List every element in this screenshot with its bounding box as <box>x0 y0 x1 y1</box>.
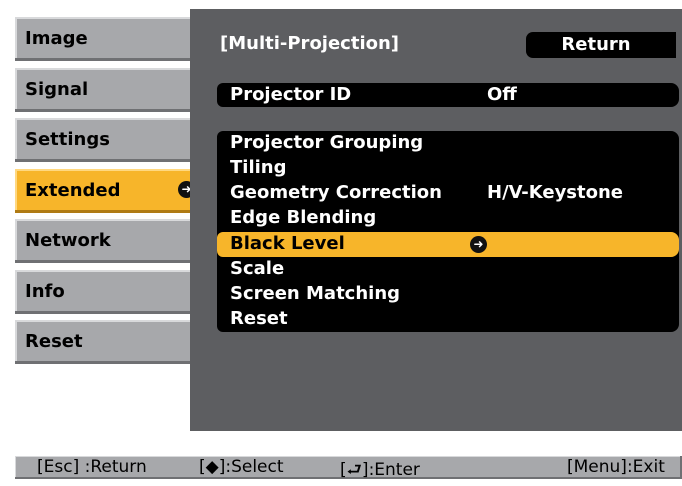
multi-projection-options: Projector Grouping Tiling Geometry Corre… <box>217 131 679 332</box>
menu-item-tiling[interactable]: Tiling <box>217 156 679 181</box>
tab-image[interactable]: Image <box>15 17 205 61</box>
menu-item-label: Tiling <box>230 157 287 178</box>
menu-item-label: Black Level <box>230 233 345 254</box>
menu-item-label: Edge Blending <box>230 207 377 228</box>
menu-item-black-level[interactable]: Black Level ➜ <box>217 232 679 257</box>
menu-item-screen-matching[interactable]: Screen Matching <box>217 282 679 307</box>
tab-info[interactable]: Info <box>15 269 205 314</box>
menu-item-scale[interactable]: Scale <box>217 257 679 282</box>
projector-id-row[interactable]: Projector ID Off <box>217 83 679 107</box>
help-bar: [Esc] :Return [◆]:Select [⮐]:Enter [Menu… <box>15 456 682 480</box>
tab-label: Settings <box>25 129 110 150</box>
menu-item-value: H/V-Keystone <box>487 182 624 203</box>
tab-label: Extended <box>25 179 121 201</box>
tab-label: Network <box>25 230 111 251</box>
help-esc-return: [Esc] :Return <box>37 457 147 477</box>
tab-label: Info <box>25 280 65 302</box>
tab-extended[interactable]: Extended ➜ <box>15 168 205 213</box>
tab-reset[interactable]: Reset <box>15 320 205 364</box>
tab-label: Signal <box>25 78 89 100</box>
menu-item-label: Projector Grouping <box>230 132 424 153</box>
tab-signal[interactable]: Signal <box>15 67 205 112</box>
page-title: [Multi-Projection] <box>220 33 400 54</box>
projector-id-value: Off <box>487 84 517 105</box>
tab-label: Image <box>25 28 88 49</box>
menu-tabs: Image Signal Settings Extended ➜ Network… <box>15 17 205 371</box>
menu-item-edge-blending[interactable]: Edge Blending <box>217 206 679 231</box>
enter-icon: ➜ <box>470 236 487 253</box>
help-select: [◆]:Select <box>199 457 284 477</box>
tab-settings[interactable]: Settings <box>15 118 205 162</box>
help-menu-exit: [Menu]:Exit <box>567 457 665 477</box>
menu-item-projector-grouping[interactable]: Projector Grouping <box>217 131 679 156</box>
menu-item-reset[interactable]: Reset <box>217 307 679 332</box>
menu-item-label: Screen Matching <box>230 283 401 304</box>
help-enter: [⮐]:Enter <box>340 460 420 480</box>
menu-item-geometry-correction[interactable]: Geometry Correction H/V-Keystone <box>217 181 679 206</box>
tab-label: Reset <box>25 331 83 352</box>
menu-item-label: Geometry Correction <box>230 182 442 203</box>
menu-item-label: Scale <box>230 258 285 279</box>
projector-id-label: Projector ID <box>230 84 352 105</box>
return-button[interactable]: Return <box>526 32 676 58</box>
tab-network[interactable]: Network <box>15 219 205 263</box>
menu-item-label: Reset <box>230 308 288 329</box>
